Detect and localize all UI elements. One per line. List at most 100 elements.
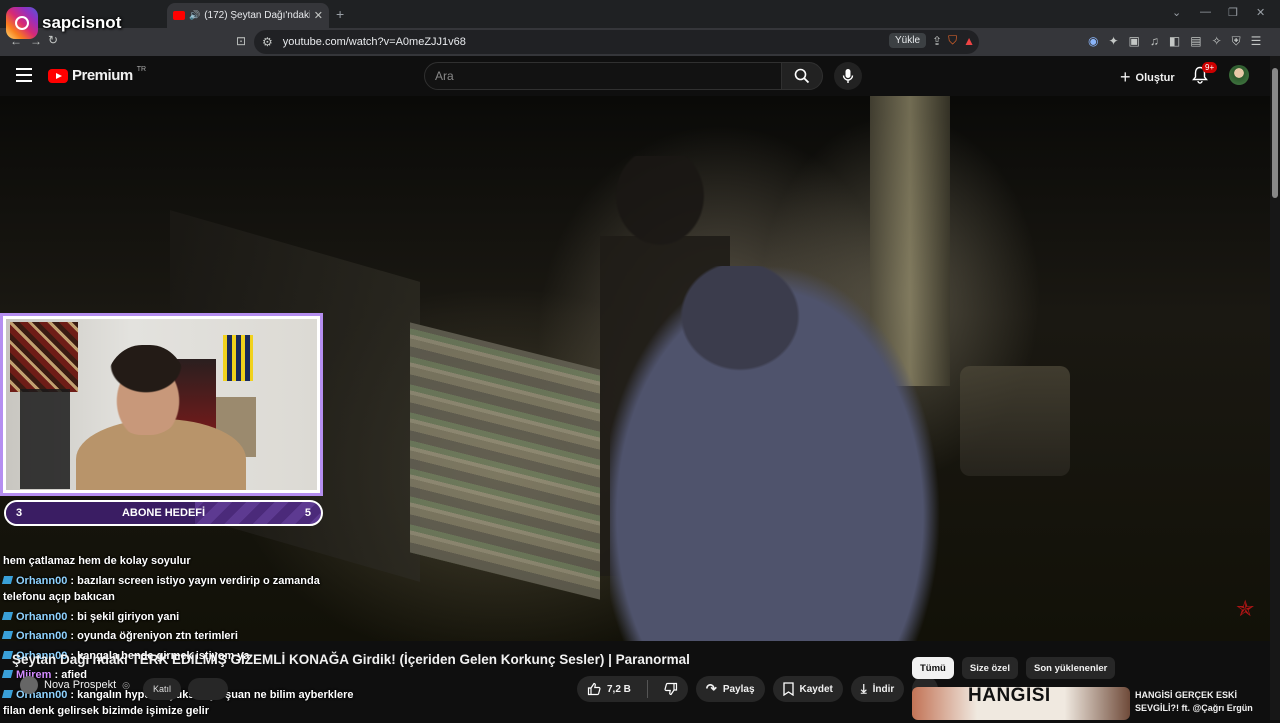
bookmark-icon[interactable]: ⊡ [236, 34, 246, 48]
tab-search-icon[interactable]: ⌄ [1172, 6, 1181, 19]
goal-current: 3 [16, 507, 23, 519]
chat-message: hem çatlamaz hem de kolay soyulur [3, 553, 363, 570]
channel-avatar[interactable] [20, 676, 38, 694]
thumbs-up-icon [587, 682, 601, 696]
audio-icon[interactable]: 🔊 [189, 10, 200, 21]
goal-target: 5 [304, 507, 311, 519]
download-button[interactable]: ⤓ İndir [850, 676, 905, 702]
chat-overlay: hem çatlamaz hem de kolay soyulur Orhann0… [1, 553, 363, 723]
chip-recent[interactable]: Son yüklenenler [1025, 657, 1116, 679]
subscriber-goal-bar: 3 ABONE HEDEFİ 5 [4, 500, 323, 526]
page-scrollbar[interactable] [1270, 56, 1280, 720]
notification-badge: 9+ [1202, 62, 1218, 73]
install-button[interactable]: Yükle [889, 33, 927, 48]
channel-name[interactable]: Nova Prospekt [44, 679, 116, 691]
like-count: 7,2 B [607, 683, 631, 695]
site-info-icon[interactable]: ⚙ [262, 35, 273, 49]
wall-jersey [223, 335, 253, 381]
webcam-overlay [0, 313, 323, 496]
plus-icon: + [1120, 67, 1131, 87]
like-dislike-group: 7,2 B [577, 676, 688, 702]
logo-region: TR [136, 66, 147, 73]
goal-label: ABONE HEDEFİ [121, 507, 206, 519]
join-button[interactable]: Katıl [143, 678, 181, 700]
chip-all[interactable]: Tümü [912, 657, 954, 679]
avatar[interactable] [1229, 65, 1249, 85]
voice-search-button[interactable] [834, 62, 862, 90]
chat-message: Orhann00 : oyunda öğreniyon ztn terimler… [1, 628, 363, 645]
maximize-icon[interactable]: ❐ [1228, 6, 1238, 19]
browser-toolbar: ← → ↻ ⊡ ⚙ youtube.com/watch?v=A0meZJJ1v6… [0, 28, 1280, 56]
chat-message: Orhann00 : bi şekil giriyon yani [1, 609, 363, 626]
create-button[interactable]: + Oluştur [1120, 67, 1175, 88]
wallet-icon[interactable]: ▤ [1190, 34, 1201, 49]
extensions-icon[interactable]: ✦ [1108, 34, 1118, 49]
guide-menu-icon[interactable] [16, 68, 32, 82]
mic-stand [20, 389, 70, 489]
instagram-overlay: sapcisnot [6, 6, 121, 40]
chat-text: : bi şekil giriyon yani [67, 610, 180, 623]
search-icon [794, 68, 810, 84]
share-icon[interactable]: ⇪ [932, 34, 942, 48]
share-button[interactable]: ↷ Paylaş [695, 676, 765, 702]
instagram-icon [6, 7, 38, 39]
verified-icon: ◎ [122, 679, 131, 690]
browser-tab[interactable]: 🔊 (172) Şeytan Dağı'ndaki TERK ✕ [167, 3, 329, 28]
mic-icon [842, 69, 854, 83]
video-person [610, 266, 940, 641]
chat-message: Orhann00 : bazıları screen istiyo yayın … [1, 573, 363, 606]
scrollbar-thumb[interactable] [1272, 68, 1278, 198]
youtube-favicon-icon [173, 11, 185, 20]
subscribe-bell-button[interactable] [188, 678, 228, 700]
recommended-video-title[interactable]: HANGİSİ GERÇEK ESKİ SEVGİLİ?! ft. @Çağrı… [1135, 689, 1265, 715]
menu-icon[interactable]: ☰ [1251, 34, 1262, 49]
thumbnail-text: HANGİSİ [968, 687, 1051, 706]
chat-badge-icon [1, 670, 14, 678]
sidebar-icon[interactable]: ◧ [1169, 34, 1180, 49]
chip-for-you[interactable]: Size özel [961, 657, 1018, 679]
chat-text: : oyunda öğreniyon ztn terimleri [67, 630, 238, 642]
save-button[interactable]: Kaydet [772, 676, 843, 702]
search-button[interactable] [781, 62, 823, 90]
media-icon[interactable]: ♫ [1150, 34, 1159, 49]
close-tab-icon[interactable]: ✕ [314, 9, 323, 22]
tab-title: (172) Şeytan Dağı'ndaki TERK [204, 10, 310, 21]
youtube-play-icon [48, 68, 68, 83]
wall-rug [10, 322, 78, 392]
screenshot-icon[interactable]: ▣ [1129, 34, 1140, 49]
channel-info[interactable]: Nova Prospekt ◎ [20, 676, 130, 694]
logo-text: Premium [72, 67, 133, 84]
minimize-icon[interactable]: — [1200, 6, 1211, 18]
close-window-icon[interactable]: ✕ [1256, 6, 1265, 19]
brave-shield-icon[interactable]: ⛉ [948, 33, 957, 48]
recommendation-chips: Tümü Size özel Son yüklenenler [912, 657, 1116, 679]
chat-text: hem çatlamaz hem de kolay soyulur [3, 555, 191, 567]
chat-username: Orhann00 [16, 610, 68, 623]
url-text: youtube.com/watch?v=A0meZJJ1v68 [282, 36, 466, 48]
search-input[interactable]: Ara [424, 62, 782, 90]
video-title: Şeytan Dağı'ndaki TERK EDİLMİŞ GİZEMLİ K… [12, 652, 690, 667]
vpn-icon[interactable]: ⛨ [1232, 34, 1241, 49]
new-tab-icon[interactable]: + [336, 6, 344, 22]
thumbs-down-icon [664, 682, 678, 696]
chat-username: Orhann00 [16, 574, 68, 587]
streamer-head [106, 345, 186, 435]
star-watermark-icon: ✯ [1236, 596, 1255, 621]
leo-icon[interactable]: ✧ [1212, 34, 1222, 49]
address-bar[interactable]: ⚙ youtube.com/watch?v=A0meZJJ1v68 Yükle … [254, 30, 979, 54]
rewards-icon[interactable]: ▲ [963, 34, 975, 48]
browser-tab-bar: 🔊 (172) Şeytan Dağı'ndaki TERK ✕ + ⌄ — ❐… [0, 0, 1280, 28]
recommended-video-thumbnail[interactable]: HANGİSİ [912, 687, 1130, 720]
like-button[interactable]: 7,2 B [577, 676, 641, 702]
instagram-handle: sapcisnot [42, 13, 122, 32]
chat-badge-icon [1, 611, 14, 620]
chat-badge-icon [1, 689, 14, 698]
chat-badge-icon [1, 575, 14, 584]
download-icon: ⤓ [860, 681, 867, 696]
video-chair [960, 366, 1070, 476]
chat-badge-icon [1, 631, 14, 639]
youtube-header: Premium TR Ara + Oluştur 9+ [0, 56, 1270, 96]
dislike-button[interactable] [654, 676, 688, 702]
youtube-logo[interactable]: Premium TR [48, 66, 147, 84]
speaker-icon[interactable]: ◉ [1088, 34, 1098, 49]
